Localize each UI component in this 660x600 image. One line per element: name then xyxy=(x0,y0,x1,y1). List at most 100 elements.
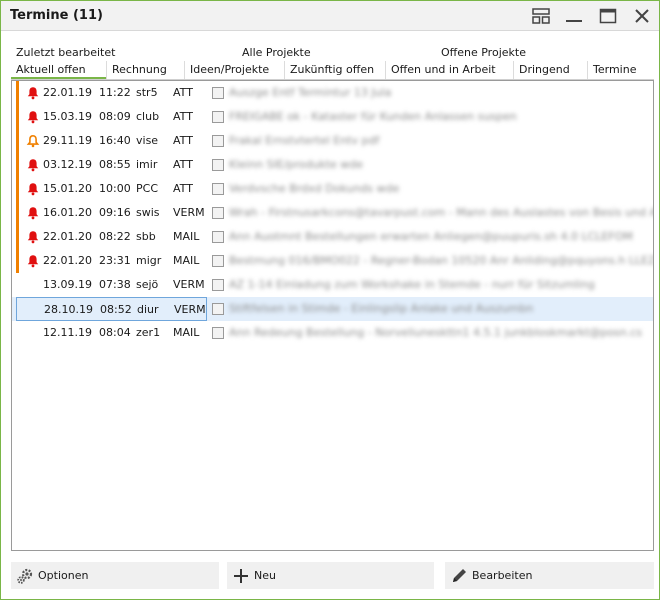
plus-icon xyxy=(232,567,250,585)
row-main-cell: 15.03.19 08:09 club ATT xyxy=(16,105,207,129)
row-subject: Kleinn SIE/produkte wde xyxy=(229,158,364,171)
document-icon xyxy=(212,135,224,147)
tab-aktuell-offen[interactable]: Aktuell offen xyxy=(11,61,106,79)
table-row[interactable]: 03.12.19 08:55 imir ATT Kleinn SIE/produkte … xyxy=(12,153,653,177)
row-main-cell: 22.01.19 11:22 str5 ATT xyxy=(16,81,207,105)
row-subject: Bestmung 016/BMO022 - Regner-Bodan 10520… xyxy=(229,254,653,267)
document-icon xyxy=(212,279,224,291)
tab-termine[interactable]: Termine xyxy=(587,61,654,79)
options-button[interactable]: Optionen xyxy=(11,562,219,589)
table-row[interactable]: 16.01.20 09:16 swis VERM Wrah - Firstnusarkc… xyxy=(12,201,653,225)
tab-zukuenftig-offen[interactable]: Zukünftig offen xyxy=(284,61,385,79)
table-row[interactable]: 15.03.19 08:09 club ATT FREIGABE ok - Katast… xyxy=(12,105,653,129)
row-time: 08:04 xyxy=(99,326,131,339)
row-subject: Wrah - Firstnusarkcons@tavarpust.com - M… xyxy=(229,206,653,219)
button-bar: Optionen Neu Bearbeiten xyxy=(11,562,654,589)
options-button-label: Optionen xyxy=(38,569,89,582)
row-type: MAIL xyxy=(173,254,200,267)
tab-offen-und-in-arbeit[interactable]: Offen und in Arbeit xyxy=(385,61,513,79)
row-subject: Frakal Ernstvtertel Entv pdf xyxy=(229,134,380,147)
row-user: zer1 xyxy=(136,326,161,339)
row-time: 08:52 xyxy=(100,303,132,316)
table-row[interactable]: 22.01.19 11:22 str5 ATT Auszge Entf Termintu… xyxy=(12,81,653,105)
row-user: migr xyxy=(136,254,162,267)
table-row[interactable]: 22.01.20 08:22 sbb MAIL Ann Auotmnt Bestellu… xyxy=(12,225,653,249)
document-icon xyxy=(212,303,224,315)
row-subject-cell: Ann Redeung Bestellung - Norveliuneskttn… xyxy=(209,321,653,345)
row-user: vise xyxy=(136,134,159,147)
row-time: 07:38 xyxy=(99,278,131,291)
close-button[interactable] xyxy=(631,6,653,26)
row-subject-cell: Auszge Entf Termintur 13 Jula xyxy=(209,81,653,105)
bell-red-icon xyxy=(26,230,40,244)
row-user: swis xyxy=(136,206,160,219)
row-subject: Stiftfelsen in Stimde - Einlingslip Anla… xyxy=(229,302,534,315)
window-title: Termine (11) xyxy=(10,8,103,23)
tab-rechnung[interactable]: Rechnung xyxy=(106,61,184,79)
row-subject-cell: Wrah - Firstnusarkcons@tavarpust.com - M… xyxy=(209,201,653,225)
new-button[interactable]: Neu xyxy=(227,562,434,589)
maximize-button[interactable] xyxy=(597,6,619,26)
table-row[interactable]: 28.10.19 08:52 diur VERM Stiftfelsen in Stim… xyxy=(12,297,653,321)
row-user: club xyxy=(136,110,160,123)
gear-icon xyxy=(16,567,34,585)
minimize-icon xyxy=(566,20,582,22)
row-time: 08:22 xyxy=(99,230,131,243)
row-type: ATT xyxy=(173,158,193,171)
row-type: VERM xyxy=(174,303,206,316)
row-user: sejö xyxy=(136,278,159,291)
appointment-list[interactable]: 22.01.19 11:22 str5 ATT Auszge Entf Termintu… xyxy=(11,80,654,551)
row-date: 28.10.19 xyxy=(44,303,93,316)
row-time: 16:40 xyxy=(99,134,131,147)
row-user: sbb xyxy=(136,230,156,243)
row-subject-cell: Kleinn SIE/produkte wde xyxy=(209,153,653,177)
row-date: 22.01.20 xyxy=(43,254,92,267)
tab-zuletzt-bearbeitet[interactable]: Zuletzt bearbeitet xyxy=(11,44,237,61)
pencil-icon xyxy=(450,567,468,585)
row-date: 22.01.20 xyxy=(43,230,92,243)
row-main-cell: 28.10.19 08:52 diur VERM xyxy=(16,297,207,321)
document-icon xyxy=(212,231,224,243)
document-icon xyxy=(212,327,224,339)
tab-offene-projekte[interactable]: Offene Projekte xyxy=(436,44,654,61)
row-main-cell: 16.01.20 09:16 swis VERM xyxy=(16,201,207,225)
table-row[interactable]: 29.11.19 16:40 vise ATT Frakal Ernstvtertel … xyxy=(12,129,653,153)
row-type: ATT xyxy=(173,86,193,99)
row-type: VERM xyxy=(173,206,205,219)
priority-flag xyxy=(16,105,19,129)
row-user: PCC xyxy=(136,182,158,195)
row-subject: Ann Auotmnt Bestellungen erwarten Anlieg… xyxy=(229,230,633,243)
tab-alle-projekte[interactable]: Alle Projekte xyxy=(237,44,436,61)
priority-flag xyxy=(16,249,19,273)
priority-flag xyxy=(16,201,19,225)
priority-flag xyxy=(16,81,19,105)
row-date: 12.11.19 xyxy=(43,326,92,339)
row-main-cell: 15.01.20 10:00 PCC ATT xyxy=(16,177,207,201)
bell-red-icon xyxy=(26,182,40,196)
edit-button[interactable]: Bearbeiten xyxy=(445,562,654,589)
termine-window: Termine (11) Zuletzt bearbeitet Alle Pro… xyxy=(0,0,660,600)
document-icon xyxy=(212,207,224,219)
row-type: VERM xyxy=(173,278,205,291)
table-row[interactable]: 15.01.20 10:00 PCC ATT Verdvsche Brdxd Dokun… xyxy=(12,177,653,201)
row-subject-cell: Bestmung 016/BMO022 - Regner-Bodan 10520… xyxy=(209,249,653,273)
row-date: 13.09.19 xyxy=(43,278,92,291)
bell-orange-icon xyxy=(26,134,40,148)
layout-button[interactable] xyxy=(530,6,552,26)
tab-ideen-projekte[interactable]: Ideen/Projekte xyxy=(184,61,284,79)
table-row[interactable]: 12.11.19 08:04 zer1 MAIL Ann Redeung Bestell… xyxy=(12,321,653,345)
row-main-cell: 22.01.20 23:31 migr MAIL xyxy=(16,249,207,273)
row-user: diur xyxy=(137,303,159,316)
row-subject: Verdvsche Brdxd Dokunds wde xyxy=(229,182,400,195)
document-icon xyxy=(212,111,224,123)
bell-red-icon xyxy=(26,254,40,268)
document-icon xyxy=(212,159,224,171)
row-subject: Auszge Entf Termintur 13 Jula xyxy=(229,86,392,99)
row-type: MAIL xyxy=(173,230,200,243)
table-row[interactable]: 13.09.19 07:38 sejö VERM AZ 1-14 Einladung z… xyxy=(12,273,653,297)
tab-dringend[interactable]: Dringend xyxy=(513,61,587,79)
row-main-cell: 22.01.20 08:22 sbb MAIL xyxy=(16,225,207,249)
title-bar: Termine (11) xyxy=(1,1,659,31)
table-row[interactable]: 22.01.20 23:31 migr MAIL Bestmung 016/BMO022… xyxy=(12,249,653,273)
minimize-button[interactable] xyxy=(563,6,585,26)
